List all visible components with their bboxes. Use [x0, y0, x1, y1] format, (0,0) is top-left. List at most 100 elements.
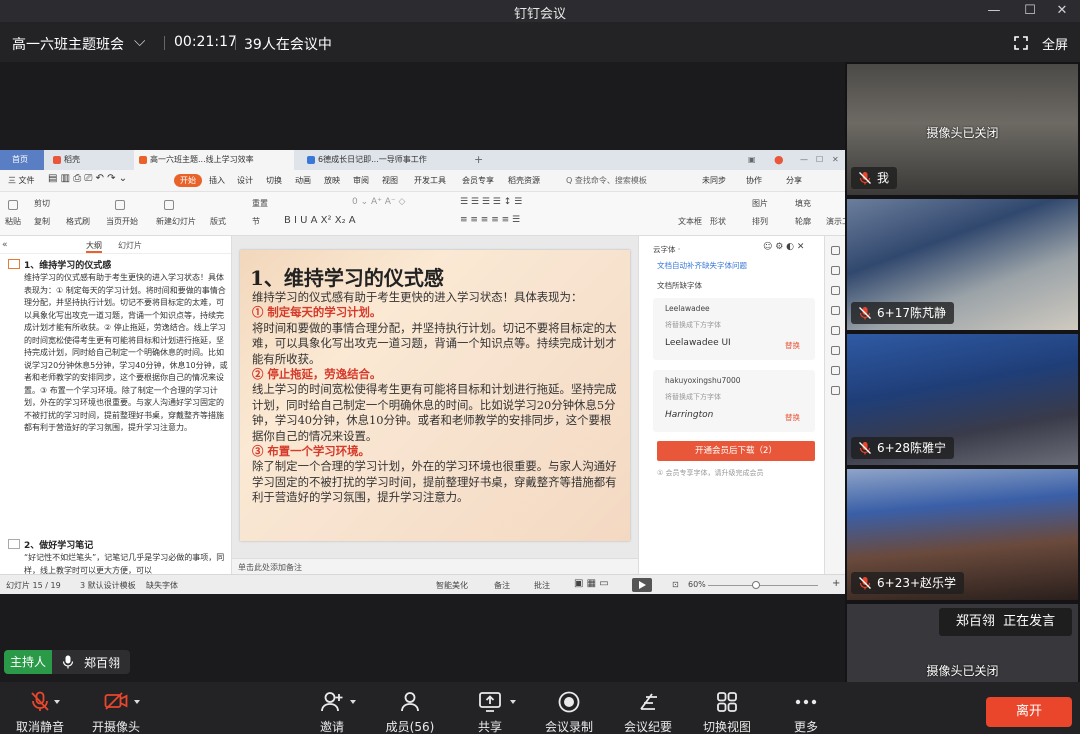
menu-insert[interactable]: 插入: [209, 175, 225, 186]
close-icon[interactable]: ✕: [1044, 0, 1080, 22]
missing-fonts-status[interactable]: 缺失字体: [146, 580, 178, 591]
font-panel-tool-icons[interactable]: ☺ ⚙ ◐ ✕: [763, 242, 804, 252]
participant-tile-self[interactable]: 摄像头已关闭 我: [847, 64, 1078, 195]
panel-tool-icon[interactable]: [831, 346, 840, 355]
align-icons[interactable]: ≡ ≡ ≡ ≡ ≡ ☰: [460, 215, 520, 225]
caret-down-icon[interactable]: [54, 700, 60, 704]
sync-status[interactable]: 未同步: [702, 175, 726, 186]
replace-font-link[interactable]: 替换: [785, 340, 800, 351]
picture-button[interactable]: 图片: [752, 198, 768, 209]
font-size-select[interactable]: 0 ⌄ A⁺ A⁻ ◇: [352, 197, 405, 207]
chevron-down-icon[interactable]: ⌵: [134, 32, 145, 50]
window-count-icon[interactable]: ▣: [748, 150, 756, 170]
outline-button[interactable]: 轮廓: [795, 216, 811, 227]
panel-tool-icon[interactable]: [831, 366, 840, 375]
maximize-icon[interactable]: ☐: [1012, 0, 1048, 22]
menu-member[interactable]: 会员专享: [462, 175, 494, 186]
menu-home[interactable]: 开始: [174, 174, 202, 187]
meeting-title[interactable]: 高一六班主题班会: [12, 34, 124, 54]
menu-slideshow[interactable]: 放映: [324, 175, 340, 186]
tab-outline[interactable]: 大纲: [86, 240, 102, 253]
wps-tab-other-doc[interactable]: 6德成长日记即...一导师事工作: [302, 150, 466, 170]
menu-transition[interactable]: 切换: [266, 175, 282, 186]
unmute-button[interactable]: 取消静音: [0, 682, 80, 734]
shape-button[interactable]: 形状: [710, 216, 726, 227]
section-button[interactable]: 节: [252, 216, 260, 227]
tab-slides[interactable]: 幻灯片: [118, 240, 142, 251]
participant-tile[interactable]: 6+23+赵乐学: [847, 469, 1078, 600]
outline-slide-marker[interactable]: [8, 539, 20, 549]
fit-icon[interactable]: ⊡: [672, 580, 679, 589]
search-command-input[interactable]: Q 查找命令、搜索模板: [566, 175, 647, 186]
share-button[interactable]: 共享: [450, 682, 530, 734]
paste-button[interactable]: 粘贴: [5, 216, 21, 227]
zoom-level[interactable]: 60%: [688, 580, 706, 589]
textbox-button[interactable]: 文本框: [678, 216, 702, 227]
wps-tab-docer[interactable]: 稻壳: [48, 150, 128, 170]
panel-tool-icon[interactable]: [831, 306, 840, 315]
quick-access-icons[interactable]: ▤ ▥ ⎙ ⎚ ↶ ↷ ⌄: [48, 173, 127, 184]
invite-button[interactable]: 邀请: [292, 682, 372, 734]
play-from-current-icon[interactable]: [115, 200, 125, 210]
download-fonts-button[interactable]: 开通会员后下载（2）: [657, 441, 815, 461]
menu-review[interactable]: 审阅: [353, 175, 369, 186]
user-avatar-icon[interactable]: ●: [774, 150, 784, 170]
view-mode-icons[interactable]: ▣ ▦ ▭: [574, 578, 609, 589]
zoom-in-icon[interactable]: +: [832, 578, 840, 589]
template-name[interactable]: 3 默认设计模板: [80, 580, 136, 591]
collapse-panel-icon[interactable]: «: [2, 240, 8, 250]
menu-file[interactable]: 三 文件: [8, 175, 35, 186]
participant-tile[interactable]: 6+28陈雅宁: [847, 334, 1078, 465]
collaborate-button[interactable]: 协作: [746, 175, 762, 186]
comment-toggle[interactable]: 批注: [534, 580, 550, 591]
leave-meeting-button[interactable]: 离开: [986, 697, 1072, 727]
participant-count[interactable]: 39人在会议中: [244, 34, 332, 54]
camera-button[interactable]: 开摄像头: [76, 682, 156, 734]
wps-close-icon[interactable]: ✕: [832, 150, 839, 170]
zoom-slider-handle[interactable]: [752, 581, 760, 589]
caret-down-icon[interactable]: [510, 700, 516, 704]
menu-design[interactable]: 设计: [237, 175, 253, 186]
more-button[interactable]: 更多: [766, 682, 846, 734]
outline-paragraph[interactable]: 维持学习的仪式感有助于考生更快的进入学习状态！具体表现为：① 制定每天的学习计划…: [24, 272, 228, 535]
wps-minimize-icon[interactable]: —: [800, 150, 808, 170]
reset-button[interactable]: 重置: [252, 198, 268, 209]
outline-slide-marker[interactable]: [8, 259, 20, 269]
slide-title[interactable]: 1、维持学习的仪式感: [250, 262, 444, 291]
font-autofix-hint[interactable]: 文档自动补齐缺失字体问题: [657, 260, 747, 271]
fullscreen-button[interactable]: 全屏: [1042, 34, 1068, 53]
cut-button[interactable]: 剪切: [34, 198, 50, 209]
panel-tool-icon[interactable]: [831, 266, 840, 275]
copy-button[interactable]: 复制: [34, 216, 50, 227]
play-from-current-button[interactable]: 当页开始: [106, 216, 138, 227]
new-slide-icon[interactable]: [164, 200, 174, 210]
menu-developer[interactable]: 开发工具: [414, 175, 446, 186]
participant-tile[interactable]: 6+17陈芃静: [847, 199, 1078, 330]
menu-view[interactable]: 视图: [382, 175, 398, 186]
new-slide-button[interactable]: 新建幻灯片: [156, 216, 196, 227]
panel-tool-icon[interactable]: [831, 246, 840, 255]
wps-maximize-icon[interactable]: ☐: [816, 150, 823, 170]
new-tab-icon[interactable]: +: [474, 150, 483, 170]
panel-tool-icon[interactable]: [831, 326, 840, 335]
share-doc-button[interactable]: 分享: [786, 175, 802, 186]
minutes-button[interactable]: 会议纪要: [608, 682, 688, 734]
replace-font-link[interactable]: 替换: [785, 412, 800, 423]
panel-tool-icon[interactable]: [831, 286, 840, 295]
fill-button[interactable]: 填充: [795, 198, 811, 209]
notes-placeholder[interactable]: 单击此处添加备注: [232, 558, 638, 574]
paste-icon[interactable]: [8, 200, 18, 210]
wps-tab-home[interactable]: 首页: [0, 150, 44, 170]
notes-toggle[interactable]: 备注: [494, 580, 510, 591]
layout-button[interactable]: 版式: [210, 216, 226, 227]
play-slideshow-button[interactable]: [632, 578, 652, 592]
panel-tool-icon[interactable]: [831, 386, 840, 395]
outline-heading[interactable]: 2、做好学习笔记: [24, 538, 93, 551]
wps-tab-current-doc[interactable]: 高一六班主题...线上学习效率: [134, 150, 294, 170]
minimize-icon[interactable]: —: [976, 0, 1012, 22]
format-painter-button[interactable]: 格式刷: [66, 216, 90, 227]
font-style-icons[interactable]: B I U A X² X₂ A: [284, 215, 356, 226]
outline-heading[interactable]: 1、维持学习的仪式感: [24, 258, 111, 271]
paragraph-icons[interactable]: ☰ ☰ ☰ ☰ ↕ ☰: [460, 197, 522, 207]
current-slide[interactable]: 1、维持学习的仪式感 维持学习的仪式感有助于考生更快的进入学习状态！具体表现为：…: [240, 250, 630, 541]
